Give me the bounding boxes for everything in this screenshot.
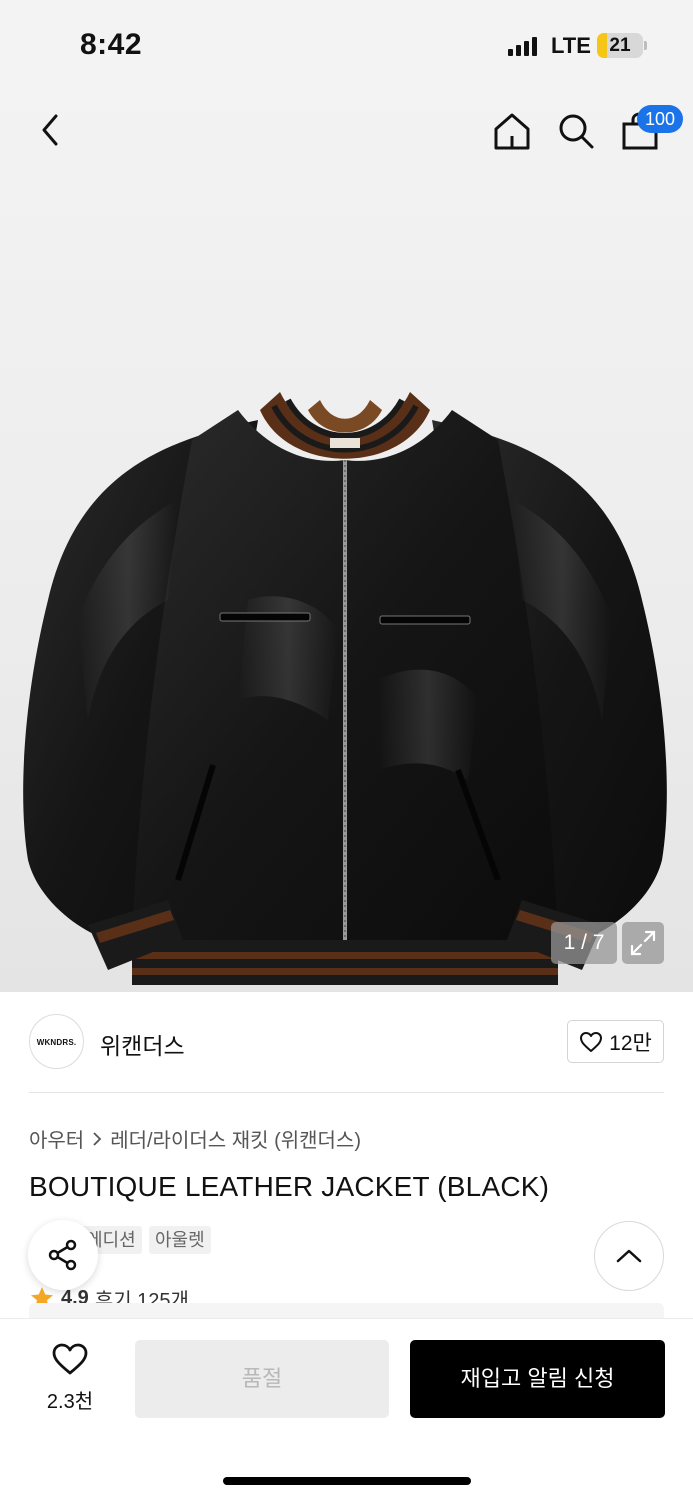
home-indicator: [223, 1477, 471, 1485]
category-child[interactable]: 레더/라이더스 재킷 (위캔더스): [110, 1124, 361, 1153]
product-title: BOUTIQUE LEATHER JACKET (BLACK): [29, 1171, 550, 1202]
signal-icon: [508, 36, 537, 56]
heart-icon: [52, 1343, 88, 1375]
expand-image-button[interactable]: [622, 922, 664, 964]
battery-tip: [644, 41, 647, 50]
heart-icon: [580, 1031, 603, 1052]
brand-name[interactable]: 위캔더스: [100, 1027, 185, 1061]
product-image-gallery[interactable]: [0, 90, 693, 992]
breadcrumb: 아우터 레더/라이더스 재킷 (위캔더스): [29, 1124, 361, 1153]
status-time: 8:42: [80, 28, 143, 61]
scroll-to-top-button[interactable]: [594, 1221, 664, 1291]
cart-count-badge: 100: [637, 105, 683, 133]
category-parent[interactable]: 아우터: [29, 1124, 84, 1153]
brand-like-count: 12만: [609, 1031, 652, 1055]
product-image: [23, 392, 667, 985]
restock-alert-button[interactable]: 재입고 알림 신청: [410, 1340, 665, 1418]
back-icon[interactable]: [34, 110, 68, 150]
sold-out-button[interactable]: 품절: [135, 1340, 389, 1418]
expand-icon: [630, 930, 656, 956]
chevron-up-icon: [616, 1249, 642, 1263]
share-button[interactable]: [28, 1220, 98, 1290]
battery-icon: 21: [597, 33, 643, 58]
network-type: LTE: [551, 33, 591, 58]
home-icon[interactable]: [491, 110, 533, 152]
brand-like-button[interactable]: 12만: [567, 1020, 664, 1063]
image-counter: 1 / 7: [551, 922, 617, 964]
wishlist-button[interactable]: 2.3천: [28, 1342, 112, 1414]
battery-level: 21: [609, 35, 631, 56]
divider: [29, 1092, 664, 1093]
status-bar: 8:42 LTE 21: [0, 0, 693, 90]
tag-outlet: 아울렛: [149, 1226, 211, 1254]
share-icon: [48, 1239, 77, 1271]
brand-logo[interactable]: WKNDRS.: [29, 1014, 84, 1069]
wishlist-count: 2.3천: [46, 1391, 94, 1413]
chevron-right-icon: [93, 1131, 102, 1146]
search-icon[interactable]: [555, 110, 597, 152]
